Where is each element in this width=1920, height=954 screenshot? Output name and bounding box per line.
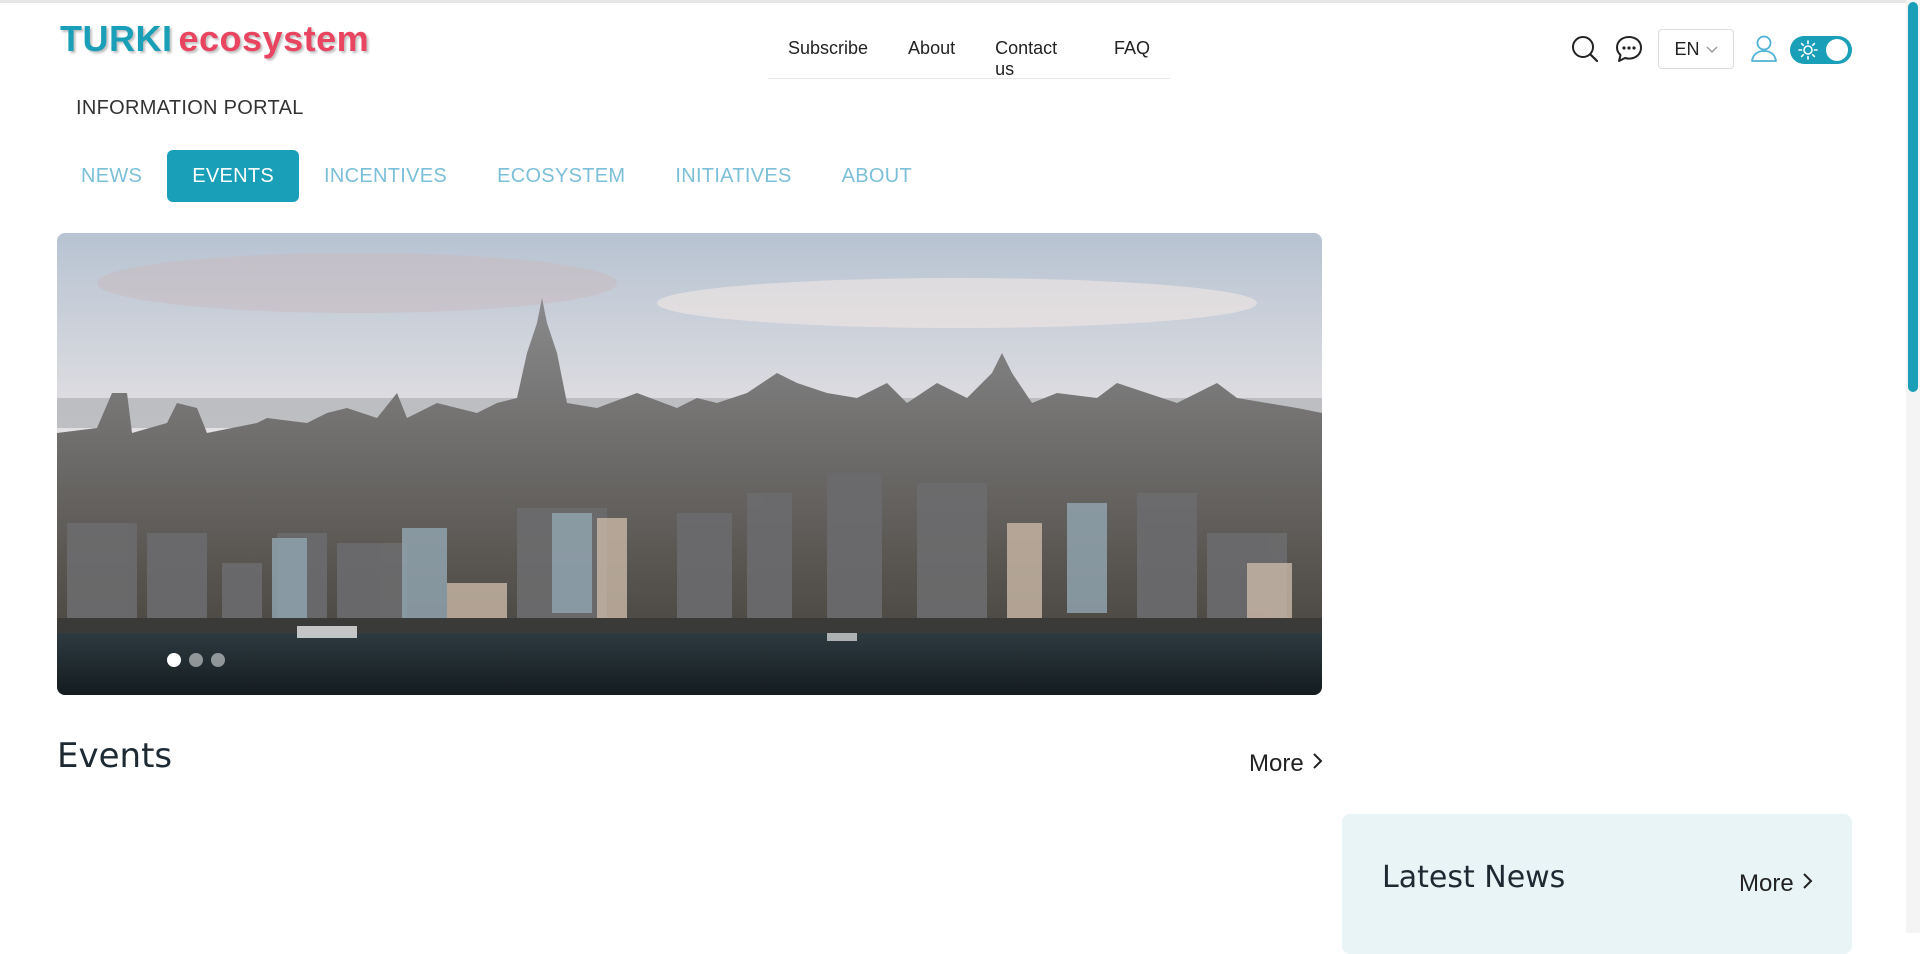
latest-news-panel: Latest News More <box>1342 814 1852 954</box>
scrollbar-thumb[interactable] <box>1908 2 1918 392</box>
events-more-label: More <box>1249 750 1304 777</box>
carousel-dot-3[interactable] <box>211 653 225 667</box>
theme-toggle[interactable] <box>1790 36 1852 64</box>
logo-part-turki: TURKI <box>60 18 173 59</box>
events-title: Events <box>57 736 173 776</box>
tab-events[interactable]: EVENTS <box>167 150 300 202</box>
portal-label: INFORMATION PORTAL <box>76 97 304 119</box>
tab-initiatives[interactable]: INITIATIVES <box>650 150 816 202</box>
city-skyline-image <box>57 233 1322 695</box>
search-icon[interactable] <box>1570 34 1600 64</box>
chevron-right-icon <box>1802 870 1814 898</box>
events-more-link[interactable]: More <box>1249 750 1324 778</box>
top-border <box>0 0 1920 3</box>
language-value: EN <box>1674 38 1700 59</box>
chat-icon[interactable] <box>1614 34 1644 64</box>
chevron-down-icon <box>1705 41 1718 57</box>
logo-part-ecosystem: ecosystem <box>178 18 370 59</box>
carousel-dots <box>167 653 225 667</box>
toggle-knob <box>1826 39 1848 61</box>
latest-news-more-label: More <box>1739 870 1794 897</box>
nav-about[interactable]: About <box>888 28 975 59</box>
carousel-dot-1[interactable] <box>167 653 181 667</box>
hero-carousel[interactable] <box>57 233 1322 695</box>
tab-ecosystem[interactable]: ECOSYSTEM <box>472 150 650 202</box>
tab-about[interactable]: ABOUT <box>817 150 937 202</box>
chevron-right-icon <box>1312 750 1324 778</box>
latest-news-title: Latest News <box>1382 860 1566 895</box>
sun-icon <box>1798 40 1818 60</box>
category-tabs: NEWS EVENTS INCENTIVES ECOSYSTEM INITIAT… <box>56 150 937 202</box>
tab-incentives[interactable]: INCENTIVES <box>299 150 472 202</box>
tab-news[interactable]: NEWS <box>56 150 167 202</box>
nav-contact-us[interactable]: Contact us <box>975 28 1094 80</box>
nav-subscribe[interactable]: Subscribe <box>768 28 888 59</box>
user-icon[interactable] <box>1749 33 1779 63</box>
latest-news-more-link[interactable]: More <box>1739 870 1814 898</box>
site-logo[interactable]: TURKI ecosystem <box>60 18 369 60</box>
carousel-dot-2[interactable] <box>189 653 203 667</box>
nav-faq[interactable]: FAQ <box>1094 28 1170 59</box>
language-select[interactable]: EN <box>1658 29 1734 69</box>
top-nav: Subscribe About Contact us FAQ <box>768 28 1170 79</box>
